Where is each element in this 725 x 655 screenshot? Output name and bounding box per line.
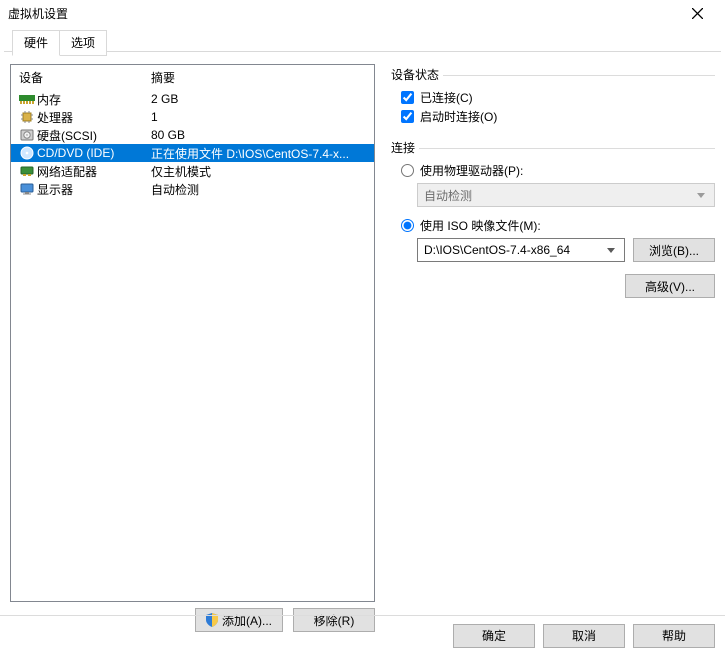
list-item[interactable]: 内存 2 GB (11, 90, 374, 108)
close-button[interactable] (677, 1, 717, 27)
device-name: CD/DVD (IDE) (37, 146, 151, 160)
device-summary: 仅主机模式 (151, 163, 374, 180)
list-item[interactable]: 处理器 1 (11, 108, 374, 126)
device-name: 处理器 (37, 109, 151, 126)
tab-options[interactable]: 选项 (59, 30, 107, 56)
radio-iso-file[interactable]: 使用 ISO 映像文件(M): (401, 217, 715, 234)
device-name: 网络适配器 (37, 163, 151, 180)
cpu-icon (17, 110, 37, 124)
header-summary: 摘要 (151, 69, 374, 86)
physical-drive-select: 自动检测 (417, 183, 715, 207)
close-icon (692, 8, 703, 19)
device-name: 硬盘(SCSI) (37, 127, 151, 144)
display-icon (17, 182, 37, 196)
window-title: 虚拟机设置 (8, 5, 677, 22)
device-summary: 80 GB (151, 128, 374, 142)
memory-icon (17, 93, 37, 105)
device-name: 显示器 (37, 181, 151, 198)
radio-physical-drive[interactable]: 使用物理驱动器(P): (401, 162, 715, 179)
checkbox-label: 已连接(C) (420, 89, 473, 106)
disk-icon (17, 128, 37, 142)
radio-input[interactable] (401, 219, 414, 232)
ok-button[interactable]: 确定 (453, 624, 535, 648)
checkbox-input[interactable] (401, 110, 414, 123)
advanced-button[interactable]: 高级(V)... (625, 274, 715, 298)
cd-icon (17, 146, 37, 160)
network-icon (17, 164, 37, 178)
list-item[interactable]: 网络适配器 仅主机模式 (11, 162, 374, 180)
cancel-button[interactable]: 取消 (543, 624, 625, 648)
group-connection: 连接 使用物理驱动器(P): 自动检测 使用 ISO 映像文件(M): (391, 139, 715, 298)
group-title: 连接 (391, 141, 419, 155)
header-device: 设备 (11, 69, 151, 86)
radio-input[interactable] (401, 164, 414, 177)
checkbox-connected[interactable]: 已连接(C) (401, 89, 715, 106)
help-button[interactable]: 帮助 (633, 624, 715, 648)
title-bar: 虚拟机设置 (0, 0, 725, 28)
dialog-footer: 确定 取消 帮助 (0, 615, 725, 655)
select-value: 自动检测 (424, 187, 472, 204)
list-item[interactable]: 显示器 自动检测 (11, 180, 374, 198)
select-value: D:\IOS\CentOS-7.4-x86_64 (424, 243, 570, 257)
list-item[interactable]: CD/DVD (IDE) 正在使用文件 D:\IOS\CentOS-7.4-x.… (11, 144, 374, 162)
list-item[interactable]: 硬盘(SCSI) 80 GB (11, 126, 374, 144)
device-summary: 1 (151, 110, 374, 124)
radio-label: 使用 ISO 映像文件(M): (420, 217, 541, 234)
checkbox-label: 启动时连接(O) (420, 108, 497, 125)
iso-path-select[interactable]: D:\IOS\CentOS-7.4-x86_64 (417, 238, 625, 262)
tab-strip: 硬件 选项 (0, 30, 725, 56)
chevron-down-icon[interactable] (602, 239, 620, 261)
checkbox-input[interactable] (401, 91, 414, 104)
chevron-down-icon (692, 184, 710, 206)
device-name: 内存 (37, 91, 151, 108)
device-summary: 2 GB (151, 92, 374, 106)
checkbox-connect-at-poweron[interactable]: 启动时连接(O) (401, 108, 715, 125)
hardware-list[interactable]: 设备 摘要 内存 2 GB (10, 64, 375, 602)
list-header: 设备 摘要 (11, 65, 374, 90)
group-device-state: 设备状态 已连接(C) 启动时连接(O) (391, 66, 715, 125)
tab-hardware[interactable]: 硬件 (12, 30, 60, 56)
group-title: 设备状态 (391, 68, 443, 82)
device-summary: 自动检测 (151, 181, 374, 198)
radio-label: 使用物理驱动器(P): (420, 162, 523, 179)
browse-button[interactable]: 浏览(B)... (633, 238, 715, 262)
device-summary: 正在使用文件 D:\IOS\CentOS-7.4-x... (151, 145, 374, 162)
